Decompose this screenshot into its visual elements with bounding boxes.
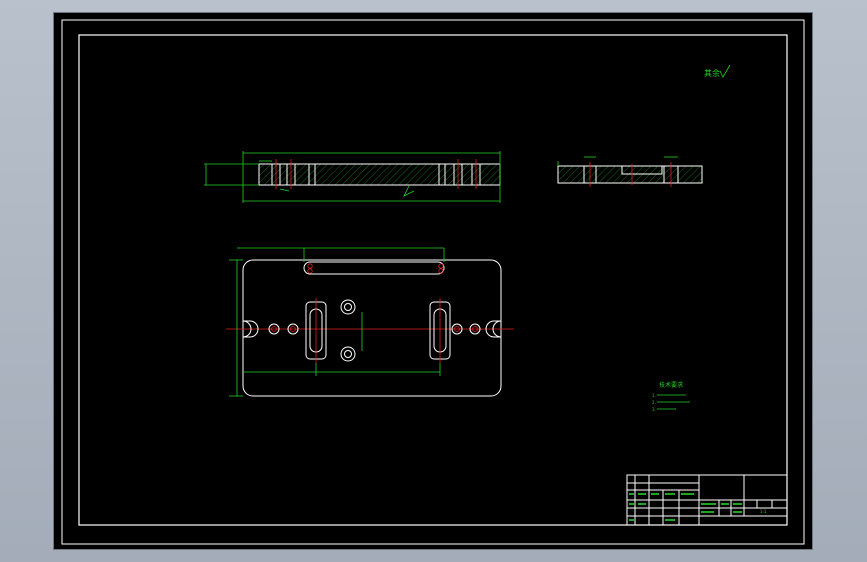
- svg-text:1:1: 1:1: [760, 509, 767, 514]
- svg-text:1.: 1.: [652, 393, 656, 398]
- drawing-canvas: 其余 技术要求 1. 2. 3. 1:1: [61, 19, 805, 545]
- roughness-note: 其余: [704, 64, 731, 78]
- front-section-view: [204, 151, 501, 203]
- tech-requirements: 技术要求 1. 2. 3.: [652, 381, 690, 412]
- sheet-inner-frame: [78, 34, 788, 526]
- plan-view: [226, 247, 514, 397]
- sheet-outer-frame: [61, 19, 805, 545]
- cad-drawing-viewport[interactable]: 其余 技术要求 1. 2. 3. 1:1: [54, 13, 812, 549]
- svg-text:其余: 其余: [704, 68, 720, 78]
- svg-text:技术要求: 技术要求: [659, 381, 683, 389]
- svg-text:3.: 3.: [652, 407, 656, 412]
- side-section-view: [557, 156, 703, 187]
- title-block: 1:1: [626, 474, 788, 526]
- svg-text:2.: 2.: [652, 400, 656, 405]
